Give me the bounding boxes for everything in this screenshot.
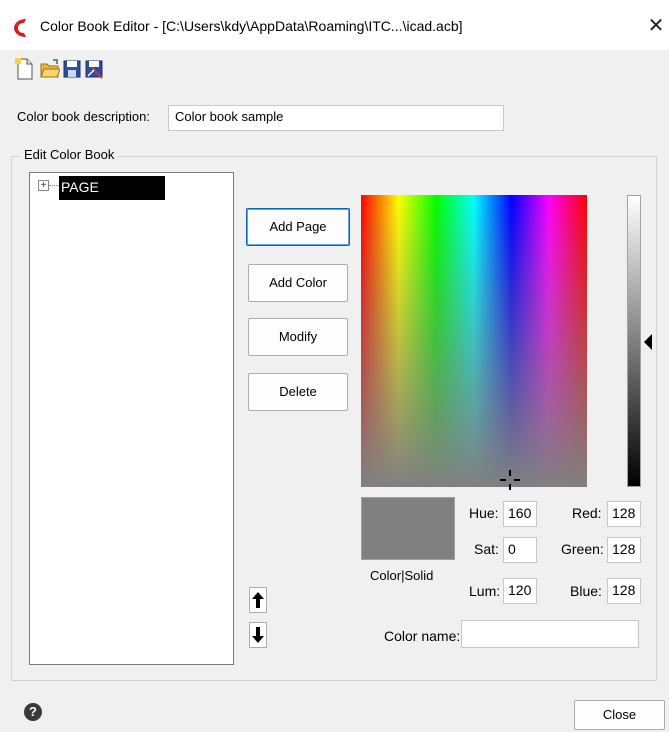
green-label: Green: xyxy=(561,541,604,557)
tree-expand-icon[interactable]: + xyxy=(38,180,49,191)
description-input[interactable]: Color book sample xyxy=(168,105,504,131)
tree-connector xyxy=(49,185,59,186)
blue-input[interactable]: 128 xyxy=(607,578,641,604)
help-icon[interactable]: ? xyxy=(24,703,42,721)
arrow-up-icon xyxy=(252,592,264,608)
sat-input[interactable]: 0 xyxy=(503,537,537,563)
open-folder-icon[interactable] xyxy=(40,58,60,80)
modify-button[interactable]: Modify xyxy=(248,318,348,356)
blue-label: Blue: xyxy=(570,583,602,599)
luminance-pointer-icon[interactable] xyxy=(644,334,652,350)
move-up-button[interactable] xyxy=(249,587,267,613)
green-input[interactable]: 128 xyxy=(607,537,641,563)
new-file-icon[interactable] xyxy=(15,58,35,80)
spectrum-crosshair-icon xyxy=(500,470,520,490)
luminance-slider[interactable] xyxy=(627,195,641,487)
arrow-down-icon xyxy=(252,627,264,643)
app-logo-icon xyxy=(14,19,26,37)
color-spectrum[interactable] xyxy=(361,195,587,487)
add-page-button[interactable]: Add Page xyxy=(246,208,350,246)
save-icon[interactable] xyxy=(62,58,82,80)
swatch-label: Color|Solid xyxy=(370,568,434,583)
lum-input[interactable]: 120 xyxy=(503,578,537,604)
window-title: Color Book Editor - [C:\Users\kdy\AppDat… xyxy=(40,18,463,34)
delete-button[interactable]: Delete xyxy=(248,373,348,411)
red-input[interactable]: 128 xyxy=(607,501,641,527)
page-tree[interactable] xyxy=(29,172,234,665)
red-label: Red: xyxy=(572,505,602,521)
move-down-button[interactable] xyxy=(249,622,267,648)
tree-item-page[interactable]: PAGE xyxy=(59,176,165,200)
hue-input[interactable]: 160 xyxy=(503,501,537,527)
color-name-label: Color name: xyxy=(384,628,461,644)
lum-label: Lum: xyxy=(469,583,501,599)
color-swatch xyxy=(361,497,455,560)
color-name-input[interactable] xyxy=(461,620,639,648)
save-as-icon[interactable] xyxy=(84,58,104,80)
hue-label: Hue: xyxy=(469,505,499,521)
add-color-button[interactable]: Add Color xyxy=(248,264,348,302)
sat-label: Sat: xyxy=(474,541,499,557)
description-label: Color book description: xyxy=(17,109,150,124)
close-button[interactable]: Close xyxy=(574,700,665,730)
edit-color-book-title: Edit Color Book xyxy=(20,147,119,162)
window-close-button[interactable]: ✕ xyxy=(644,12,668,40)
